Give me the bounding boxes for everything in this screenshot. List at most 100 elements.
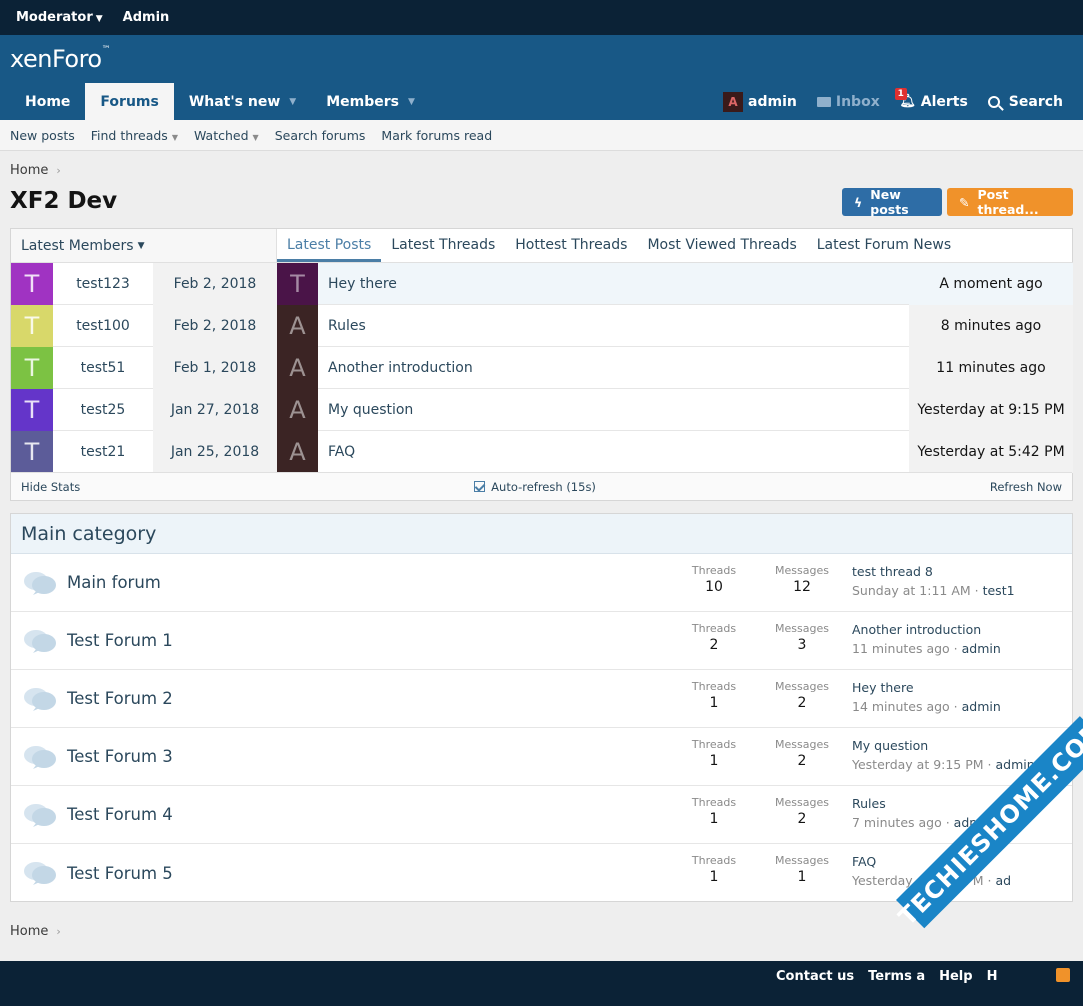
checkbox-icon[interactable] (474, 481, 486, 492)
avatar[interactable]: T (11, 430, 53, 473)
avatar[interactable]: T (11, 262, 53, 305)
widget-tabs: Latest Posts Latest Threads Hottest Thre… (277, 229, 1073, 263)
member-name[interactable]: test100 (53, 318, 153, 334)
forum-bubble-icon (23, 570, 57, 596)
forum-last-post: Another introduction 11 minutes ago · adm… (852, 622, 1001, 656)
footer-terms-link[interactable]: Terms a (868, 969, 925, 984)
forum-name[interactable]: Test Forum 3 (67, 747, 173, 766)
post-title[interactable]: Hey there (318, 276, 909, 292)
tab-hottest-threads[interactable]: Hottest Threads (505, 228, 637, 262)
member-name[interactable]: test123 (53, 276, 153, 292)
member-name[interactable]: test25 (53, 402, 153, 418)
post-title[interactable]: FAQ (318, 444, 909, 460)
breadcrumb-home[interactable]: Home (10, 163, 48, 178)
subnav-find-threads[interactable]: Find threads ▼ (91, 128, 178, 143)
hide-stats-link[interactable]: Hide Stats (21, 480, 80, 494)
stats-widget: Latest Members ▼ Ttest123 Feb 2, 2018 Ttest… (10, 228, 1073, 501)
last-post-time[interactable]: 14 minutes ago (852, 699, 950, 714)
inbox-link[interactable]: Inbox (807, 83, 890, 120)
forum-threads-stat: Threads 1 (691, 854, 737, 885)
forum-last-post: Hey there 14 minutes ago · admin (852, 680, 1001, 714)
nav-tab-home[interactable]: Home (10, 83, 85, 120)
post-title[interactable]: My question (318, 402, 909, 418)
subnav-watched[interactable]: Watched ▼ (194, 128, 259, 143)
nav-tab-members[interactable]: Members ▼ (311, 83, 430, 120)
latest-members-panel: Latest Members ▼ Ttest123 Feb 2, 2018 Ttest… (11, 229, 277, 473)
footer-contact-link[interactable]: Contact us (776, 969, 854, 984)
member-name[interactable]: test51 (53, 360, 153, 376)
avatar[interactable]: A (277, 430, 318, 473)
avatar[interactable]: T (11, 304, 53, 347)
avatar[interactable]: A (277, 304, 318, 347)
rss-icon[interactable] (1056, 968, 1070, 982)
avatar[interactable]: A (277, 346, 318, 389)
subnav-search-forums[interactable]: Search forums (275, 128, 366, 143)
last-post-time[interactable]: Yesterday at 9:15 PM (852, 757, 984, 772)
tab-latest-posts[interactable]: Latest Posts (277, 228, 382, 262)
last-post-user[interactable]: admin (962, 699, 1001, 714)
avatar[interactable]: T (11, 388, 53, 431)
forum-name[interactable]: Test Forum 1 (67, 631, 173, 650)
member-join-date: Jan 25, 2018 (153, 430, 277, 473)
avatar: A (723, 91, 744, 112)
last-post-title[interactable]: Hey there (852, 680, 1001, 695)
alerts-link[interactable]: 🔔︎ 1 Alerts (890, 83, 978, 120)
last-post-title[interactable]: Another introduction (852, 622, 1001, 637)
forum-bubble-icon (23, 628, 57, 654)
search-icon (987, 95, 1000, 108)
footer-help-link[interactable]: Help (939, 969, 972, 984)
tab-latest-threads[interactable]: Latest Threads (381, 228, 505, 262)
subnav-new-posts[interactable]: New posts (10, 128, 75, 143)
nav-tab-whats-new[interactable]: What's new ▼ (174, 83, 311, 120)
breadcrumb: Home › (10, 163, 61, 178)
avatar[interactable]: T (277, 262, 318, 305)
search-link[interactable]: Search (978, 83, 1073, 120)
admin-link[interactable]: Admin (123, 10, 170, 25)
last-post-title[interactable]: test thread 8 (852, 564, 1015, 579)
member-name[interactable]: test21 (53, 444, 153, 460)
forum-row: Test Forum 3 Threads 1 Messages 2 My question… (11, 728, 1072, 786)
tab-forum-news[interactable]: Latest Forum News (807, 228, 961, 262)
subnav-mark-read[interactable]: Mark forums read (381, 128, 492, 143)
forum-threads-stat: Threads 10 (691, 564, 737, 595)
last-post-title[interactable]: My question (852, 738, 1035, 753)
forum-name[interactable]: Test Forum 5 (67, 864, 173, 883)
site-logo[interactable]: xenForo™ (10, 45, 111, 73)
page-title: XF2 Dev (10, 188, 118, 214)
refresh-now-link[interactable]: Refresh Now (990, 480, 1062, 494)
last-post-user[interactable]: admin (962, 641, 1001, 656)
post-title[interactable]: Rules (318, 318, 909, 334)
breadcrumb-home[interactable]: Home (10, 924, 48, 939)
account-menu[interactable]: A admin (713, 83, 807, 120)
member-join-date: Feb 2, 2018 (153, 304, 277, 347)
avatar[interactable]: A (277, 388, 318, 431)
latest-members-header[interactable]: Latest Members ▼ (11, 229, 277, 263)
auto-refresh-toggle[interactable]: Auto-refresh (15s) (474, 480, 596, 494)
avatar[interactable]: T (11, 346, 53, 389)
new-posts-button[interactable]: ϟ New posts (842, 187, 942, 217)
forum-name[interactable]: Test Forum 4 (67, 805, 173, 824)
last-post-user[interactable]: test1 (983, 583, 1015, 598)
alerts-badge: 1 (894, 87, 907, 100)
alerts-label: Alerts (920, 93, 968, 110)
latest-posts-panel: Latest Posts Latest Threads Hottest Thre… (277, 229, 1073, 473)
forum-name[interactable]: Main forum (67, 573, 161, 592)
last-post-time[interactable]: 7 minutes ago (852, 815, 942, 830)
last-post-title[interactable]: Rules (852, 796, 993, 811)
forum-name[interactable]: Test Forum 2 (67, 689, 173, 708)
chevron-down-icon: ▼ (137, 240, 145, 251)
last-post-user[interactable]: ad (995, 873, 1011, 888)
chevron-down-icon[interactable]: ▼ (408, 97, 415, 107)
moderator-menu[interactable]: Moderator ▼ (16, 10, 103, 25)
footer-home-link[interactable]: H (987, 969, 998, 984)
last-post-time[interactable]: Sunday at 1:11 AM (852, 583, 971, 598)
category-title[interactable]: Main category (11, 514, 1072, 554)
tab-most-viewed[interactable]: Most Viewed Threads (637, 228, 806, 262)
chevron-down-icon[interactable]: ▼ (289, 97, 296, 107)
post-thread-button[interactable]: ✎ Post thread... (947, 187, 1073, 217)
post-title[interactable]: Another introduction (318, 360, 909, 376)
last-post-time[interactable]: 11 minutes ago (852, 641, 950, 656)
forum-bubble-icon (23, 686, 57, 712)
nav-tab-forums[interactable]: Forums (85, 83, 174, 120)
chevron-right-icon: › (56, 164, 61, 177)
